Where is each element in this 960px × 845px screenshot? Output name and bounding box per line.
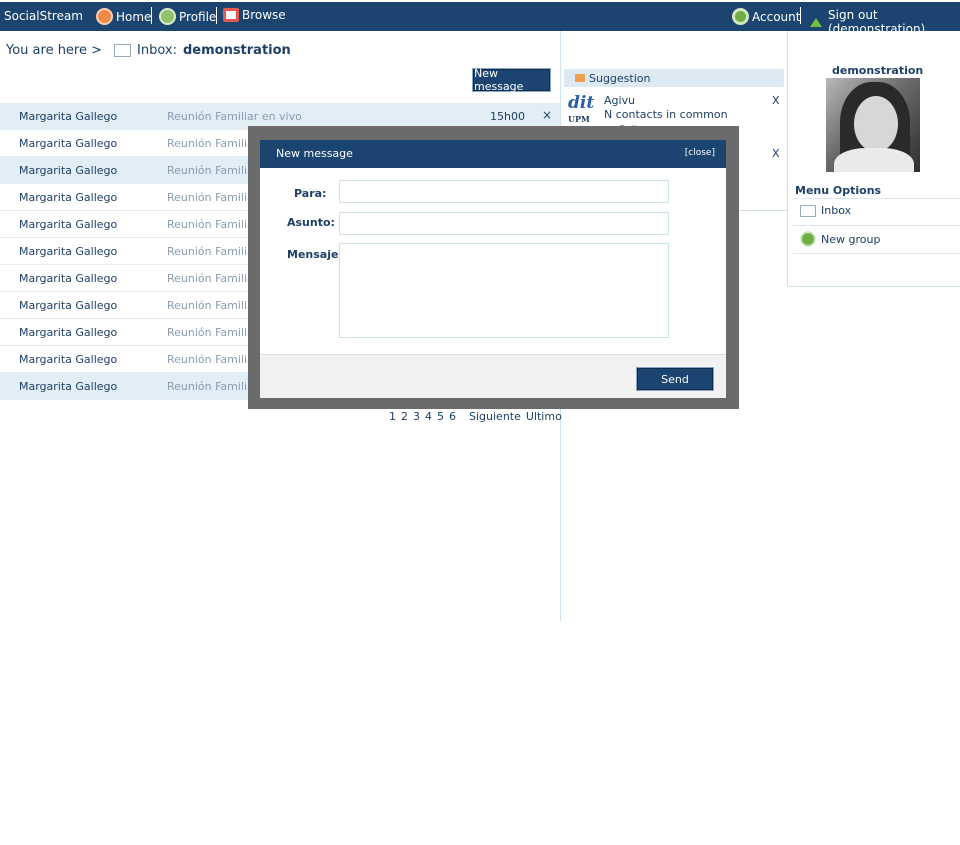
menu-divider bbox=[793, 198, 960, 199]
nav-browse[interactable]: Browse bbox=[223, 8, 286, 22]
browse-icon bbox=[223, 8, 239, 22]
mail-icon bbox=[800, 204, 816, 217]
to-field[interactable] bbox=[339, 180, 669, 203]
brand-link[interactable]: SocialStream bbox=[4, 9, 83, 23]
page-link-1[interactable]: 1 bbox=[389, 410, 396, 423]
nav-profile-label: Profile bbox=[179, 9, 217, 24]
message-label: Mensaje: bbox=[287, 248, 343, 261]
menu-divider bbox=[793, 253, 960, 254]
message-sender[interactable]: Margarita Gallego bbox=[19, 110, 117, 123]
message-subject[interactable]: Reunión Familiar bbox=[167, 326, 258, 339]
dialog-title: New message bbox=[276, 147, 353, 160]
nav-home-label: Home bbox=[116, 9, 152, 24]
nav-home[interactable]: Home bbox=[96, 8, 151, 25]
nav-browse-label: Browse bbox=[242, 8, 286, 22]
message-subject[interactable]: Reunión Familiar bbox=[167, 218, 258, 231]
close-button[interactable]: [close] bbox=[685, 148, 715, 158]
breadcrumb: You are here > Inbox: demonstration bbox=[6, 43, 291, 58]
menu-item-label: New group bbox=[821, 232, 881, 246]
next-page-link[interactable]: Siguiente bbox=[469, 410, 521, 423]
breadcrumb-prefix: You are here > bbox=[6, 43, 103, 58]
page-link-6[interactable]: 6 bbox=[449, 410, 456, 423]
menu-item-new-group[interactable]: New group bbox=[800, 231, 880, 247]
suggestion-name[interactable]: Agivu bbox=[604, 94, 635, 107]
menu-title: Menu Options bbox=[795, 184, 882, 197]
subject-field[interactable] bbox=[339, 212, 669, 235]
menu-divider bbox=[793, 225, 960, 226]
message-sender[interactable]: Margarita Gallego bbox=[19, 380, 117, 393]
message-sender[interactable]: Margarita Gallego bbox=[19, 299, 117, 312]
message-subject[interactable]: Reunión Familiar bbox=[167, 380, 258, 393]
profile-icon bbox=[159, 8, 176, 25]
message-sender[interactable]: Margarita Gallego bbox=[19, 164, 117, 177]
nav-divider bbox=[151, 7, 152, 24]
suggestion-header: Suggestion bbox=[564, 69, 784, 87]
page-link-4[interactable]: 4 bbox=[425, 410, 432, 423]
message-sender[interactable]: Margarita Gallego bbox=[19, 353, 117, 366]
nav-account-label: Account bbox=[752, 9, 801, 24]
message-subject[interactable]: Reunión Familiar bbox=[167, 245, 258, 258]
message-sender[interactable]: Margarita Gallego bbox=[19, 245, 117, 258]
to-label: Para: bbox=[294, 187, 327, 200]
message-time: 15h00 bbox=[490, 110, 525, 123]
breadcrumb-user: demonstration bbox=[182, 43, 291, 58]
dismiss-suggestion-button[interactable]: X bbox=[772, 147, 780, 160]
message-textarea[interactable] bbox=[339, 243, 669, 338]
group-icon bbox=[800, 231, 816, 247]
dialog-footer: Send bbox=[260, 354, 726, 398]
logo-text: dit bbox=[568, 93, 595, 113]
dismiss-suggestion-button[interactable]: X bbox=[772, 94, 780, 107]
page-link-5[interactable]: 5 bbox=[437, 410, 444, 423]
message-sender[interactable]: Margarita Gallego bbox=[19, 191, 117, 204]
suggestion-avatar[interactable]: dit UPM bbox=[568, 93, 598, 125]
message-sender[interactable]: Margarita Gallego bbox=[19, 272, 117, 285]
message-subject[interactable]: Reunión Familiar bbox=[167, 272, 258, 285]
breadcrumb-inbox: Inbox: bbox=[137, 43, 177, 58]
top-navbar: SocialStream Home Profile Browse Account… bbox=[0, 0, 960, 36]
message-subject[interactable]: Reunión Familiar bbox=[167, 164, 258, 177]
suggestion-common-contacts: N contacts in common bbox=[604, 108, 728, 121]
mail-icon bbox=[114, 44, 132, 57]
logo-subtext: UPM bbox=[568, 114, 590, 124]
subject-label: Asunto: bbox=[287, 216, 335, 229]
flag-icon bbox=[575, 74, 585, 82]
arrow-up-icon bbox=[810, 17, 822, 27]
new-message-dialog: New message [close] Para: Asunto: Mensaj… bbox=[260, 140, 726, 398]
message-sender[interactable]: Margarita Gallego bbox=[19, 137, 117, 150]
send-button[interactable]: Send bbox=[637, 368, 713, 390]
last-page-link[interactable]: Ultimo bbox=[526, 410, 562, 423]
delete-icon[interactable]: × bbox=[542, 108, 552, 122]
message-subject[interactable]: Reunión Familiar bbox=[167, 299, 258, 312]
dialog-header: New message [close] bbox=[260, 140, 726, 168]
menu-item-inbox[interactable]: Inbox bbox=[800, 204, 851, 217]
page-link-3[interactable]: 3 bbox=[413, 410, 420, 423]
message-sender[interactable]: Margarita Gallego bbox=[19, 326, 117, 339]
nav-divider bbox=[800, 7, 801, 24]
nav-account[interactable]: Account bbox=[732, 8, 800, 25]
message-sender[interactable]: Margarita Gallego bbox=[19, 218, 117, 231]
profile-name[interactable]: demonstration bbox=[832, 64, 923, 77]
nav-divider bbox=[216, 7, 217, 24]
new-message-button[interactable]: New message bbox=[473, 67, 550, 93]
suggestion-title: Suggestion bbox=[589, 71, 651, 85]
message-subject[interactable]: Reunión Familiar bbox=[167, 353, 258, 366]
home-icon bbox=[96, 8, 113, 25]
gear-icon bbox=[732, 8, 749, 25]
message-subject[interactable]: Reunión Familiar en vivo bbox=[167, 110, 302, 123]
nav-profile[interactable]: Profile bbox=[159, 8, 216, 25]
page-link-2[interactable]: 2 bbox=[401, 410, 408, 423]
pagination: 1 2 3 4 5 6 Siguiente Ultimo bbox=[389, 410, 562, 423]
menu-item-label: Inbox bbox=[821, 204, 852, 217]
message-subject[interactable]: Reunión Familiar bbox=[167, 191, 258, 204]
message-subject[interactable]: Reunión Familiar bbox=[167, 137, 258, 150]
avatar[interactable] bbox=[826, 78, 920, 172]
